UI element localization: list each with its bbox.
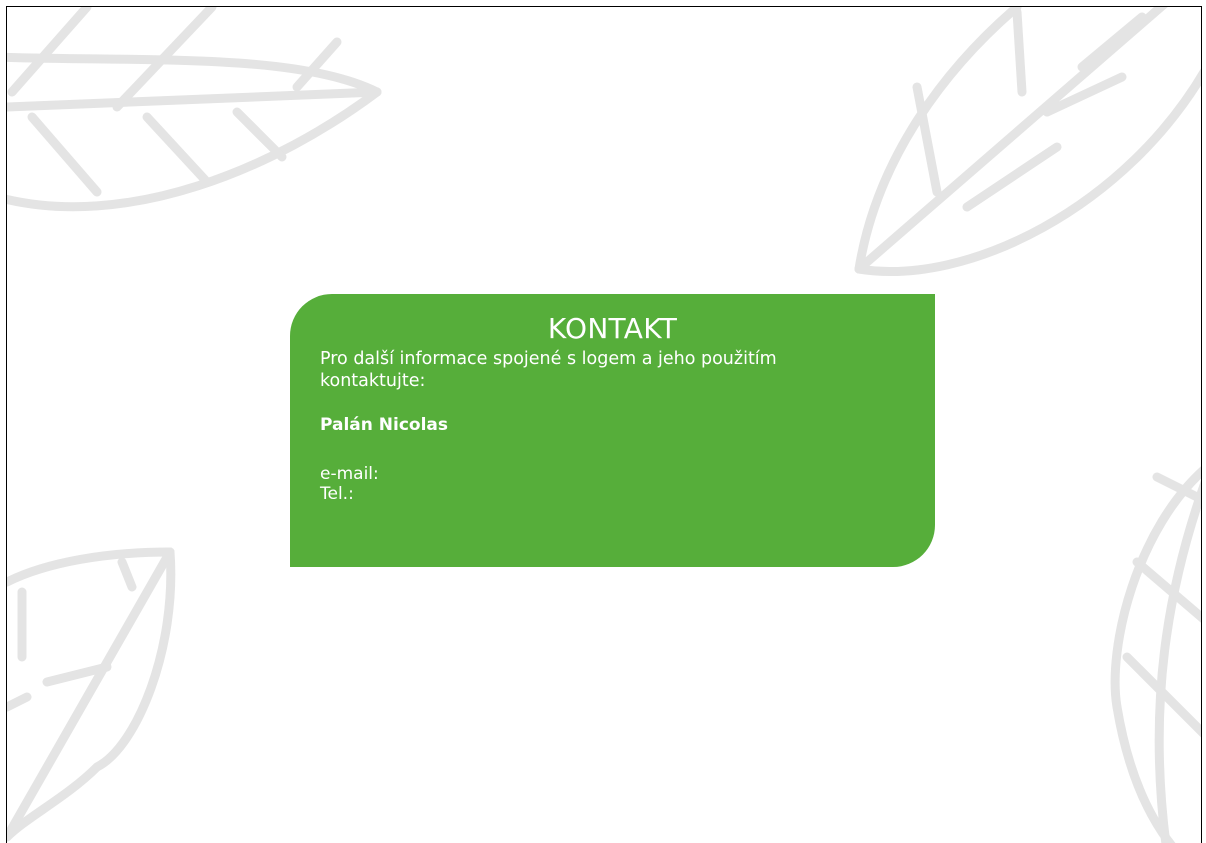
- leaf-outline-icon: [854, 7, 1201, 277]
- contact-card: KONTAKT Pro další informace spojené s lo…: [290, 294, 935, 567]
- contact-name: Palán Nicolas: [320, 415, 449, 435]
- leaf-outline-icon: [7, 547, 176, 842]
- leaf-outline-icon: [1110, 466, 1201, 843]
- contact-intro: Pro další informace spojené s logem a je…: [320, 349, 777, 391]
- email-label: e-mail:: [320, 464, 379, 484]
- page: KONTAKT Pro další informace spojené s lo…: [6, 6, 1202, 843]
- contact-title: KONTAKT: [547, 312, 678, 345]
- phone-label: Tel.:: [320, 484, 354, 504]
- leaf-outline-icon: [7, 7, 382, 212]
